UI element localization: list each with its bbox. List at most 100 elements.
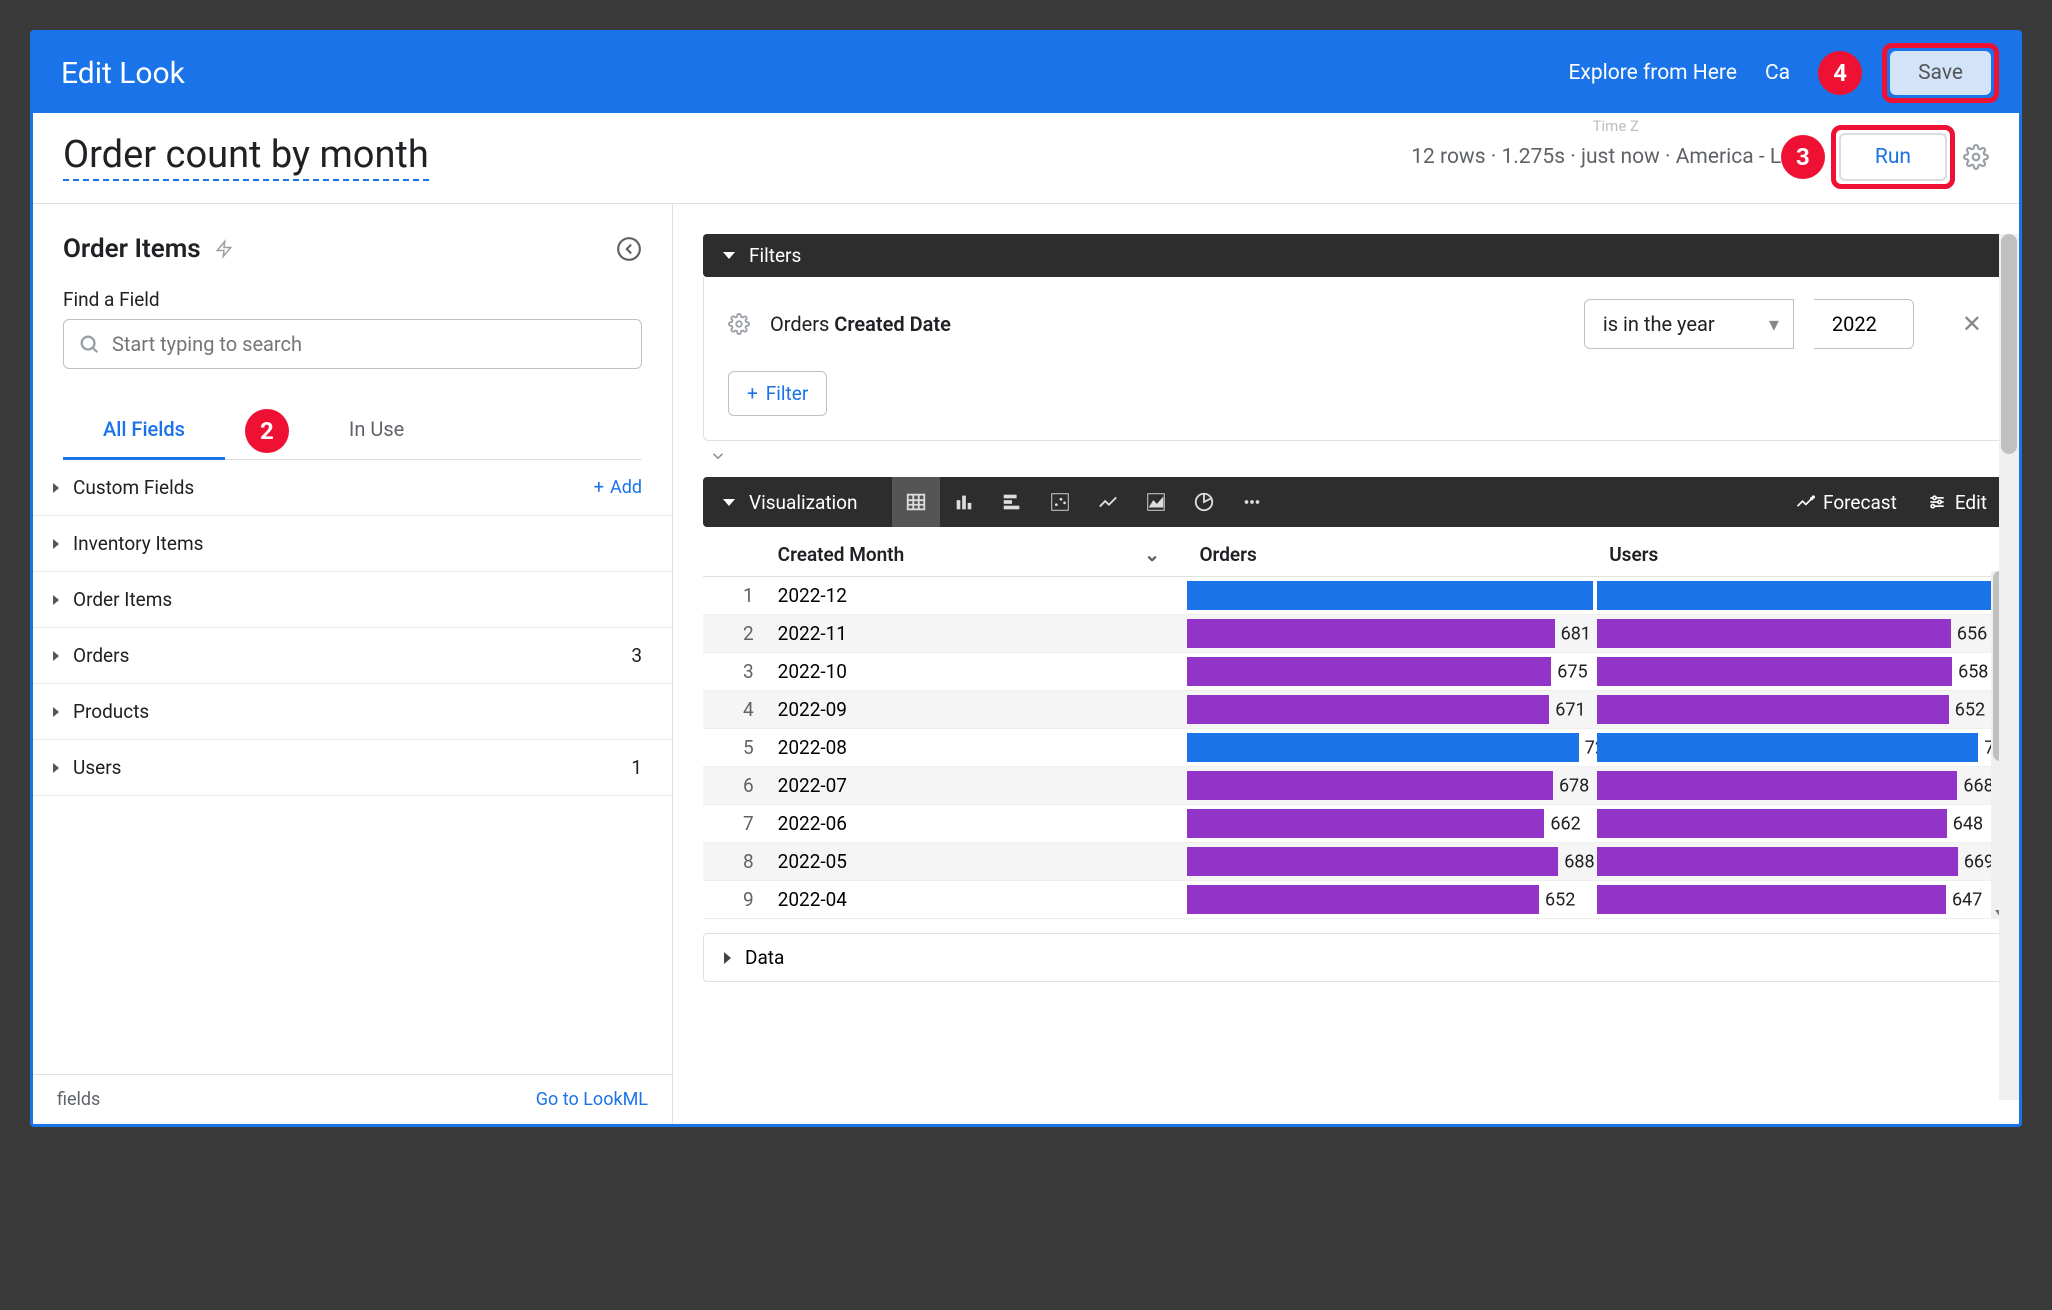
table-row[interactable]: 62022-07678668 (703, 767, 2007, 805)
table-row[interactable]: 22022-11681656 (703, 615, 2007, 653)
bolt-icon[interactable] (215, 238, 233, 260)
filter-operator-select[interactable]: is in the year ▾ (1584, 299, 1794, 349)
look-title-input[interactable]: Order count by month (63, 133, 429, 181)
save-button[interactable]: Save (1890, 51, 1991, 95)
gear-icon[interactable] (1963, 144, 1989, 170)
cell-users: 658 (1597, 653, 2007, 691)
col-created-month[interactable]: Created Month⌄ (766, 533, 1188, 577)
viz-type-scatter-icon[interactable] (1036, 477, 1084, 527)
search-input-wrap[interactable] (63, 319, 642, 369)
table-row[interactable]: 82022-05688669 (703, 843, 2007, 881)
top-bar-actions: Explore from Here Ca 4 Save (1569, 51, 1992, 95)
remove-filter-icon[interactable]: ✕ (1962, 310, 1982, 338)
field-group-name: Custom Fields (73, 476, 194, 499)
page-title: Edit Look (61, 56, 185, 91)
collapse-sidebar-icon[interactable] (616, 236, 642, 262)
find-field-label: Find a Field (63, 288, 642, 311)
cell-month: 2022-10 (766, 653, 1188, 691)
content-scrollbar[interactable] (1999, 234, 2019, 1100)
field-groups: Custom Fields + Add Inventory ItemsOrder I… (33, 460, 672, 796)
filter-gear-icon[interactable] (728, 313, 750, 335)
table-row[interactable]: 32022-10675658 (703, 653, 2007, 691)
field-group-row[interactable]: Users1 (33, 740, 672, 796)
data-section-header[interactable]: Data (703, 933, 2007, 982)
cell-users: 707 (1597, 729, 2007, 767)
search-icon (78, 333, 100, 355)
viz-header-right: Forecast Edit (1795, 491, 1987, 514)
content-area: Filters Orders Created Date is in the ye… (673, 204, 2019, 1124)
chevron-right-icon (53, 651, 59, 661)
field-group-row[interactable]: Order Items (33, 572, 672, 628)
row-index: 4 (703, 691, 766, 729)
cell-users: 656 (1597, 615, 2007, 653)
forecast-button[interactable]: Forecast (1795, 491, 1897, 514)
field-tabs: All Fields 2 In Use (63, 403, 642, 460)
field-group-name: Products (73, 700, 149, 723)
field-group-row[interactable]: Orders 3 (33, 628, 672, 684)
field-group-row[interactable]: Products (33, 684, 672, 740)
row-index: 9 (703, 881, 766, 919)
table-row[interactable]: 92022-04652647 (703, 881, 2007, 919)
filter-value-input[interactable]: 2022 (1814, 299, 1914, 349)
expand-chevron-icon[interactable] (709, 447, 2007, 465)
cell-users: 668 (1597, 767, 2007, 805)
filters-header[interactable]: Filters (703, 234, 2007, 277)
chevron-right-icon (724, 952, 731, 964)
viz-type-table-icon[interactable] (892, 477, 940, 527)
cell-orders: 675 (1187, 653, 1597, 691)
add-custom-field-link[interactable]: + Add (594, 477, 642, 498)
cell-users: 652 (1597, 691, 2007, 729)
viz-data-table: Created Month⌄ Orders Users 12022-127527… (703, 533, 2007, 919)
field-group-name: Orders (73, 644, 129, 667)
save-button-wrap: Save (1890, 51, 1991, 95)
viz-title-area[interactable]: Visualization (723, 491, 858, 514)
cancel-link[interactable]: Ca (1765, 61, 1790, 85)
app-window: Edit Look Explore from Here Ca 4 Save Or… (30, 30, 2022, 1127)
chevron-down-icon: ▾ (1769, 312, 1779, 336)
col-users[interactable]: Users (1597, 533, 2007, 577)
viz-type-column-icon[interactable] (940, 477, 988, 527)
table-row[interactable]: 12022-12752732 (703, 577, 2007, 615)
annotation-badge-2: 2 (245, 409, 289, 453)
explore-from-here-link[interactable]: Explore from Here (1569, 61, 1737, 85)
cell-orders: 726 (1187, 729, 1597, 767)
explore-name: Order Items (63, 234, 233, 264)
chevron-down-icon (723, 252, 735, 259)
run-button-wrap: 3 Run (1839, 133, 1947, 181)
viz-edit-button[interactable]: Edit (1927, 491, 1987, 514)
viz-type-pie-icon[interactable] (1180, 477, 1228, 527)
viz-type-more-icon[interactable] (1228, 477, 1276, 527)
table-row[interactable]: 42022-09671652 (703, 691, 2007, 729)
field-group-row[interactable]: Custom Fields + Add (33, 460, 672, 516)
add-filter-button[interactable]: + Filter (728, 371, 827, 416)
explore-name-label: Order Items (63, 234, 201, 264)
cell-orders: 681 (1187, 615, 1597, 653)
viz-table-wrap: Created Month⌄ Orders Users 12022-127527… (703, 533, 2007, 919)
run-button[interactable]: Run (1839, 133, 1947, 181)
field-group-row[interactable]: Inventory Items (33, 516, 672, 572)
subheader-right: Time Z 12 rows · 1.275s · just now · Ame… (1411, 133, 1989, 181)
table-row[interactable]: 72022-06662648 (703, 805, 2007, 843)
field-group-count: 3 (631, 644, 642, 667)
cell-orders: 678 (1187, 767, 1597, 805)
tab-in-use[interactable]: In Use (309, 403, 444, 459)
search-input[interactable] (112, 332, 627, 356)
table-row[interactable]: 52022-08726707 (703, 729, 2007, 767)
cell-month: 2022-04 (766, 881, 1188, 919)
chevron-right-icon (53, 595, 59, 605)
col-orders[interactable]: Orders (1187, 533, 1597, 577)
row-index: 1 (703, 577, 766, 615)
filters-panel: Filters Orders Created Date is in the ye… (703, 234, 2007, 441)
viz-type-area-icon[interactable] (1132, 477, 1180, 527)
viz-type-line-icon[interactable] (1084, 477, 1132, 527)
cell-orders: 662 (1187, 805, 1597, 843)
top-bar: Edit Look Explore from Here Ca 4 Save (33, 33, 2019, 113)
field-group-name: Users (73, 756, 121, 779)
go-to-lookml-link[interactable]: Go to LookML (536, 1089, 648, 1110)
viz-type-bar-icon[interactable] (988, 477, 1036, 527)
tab-all-fields[interactable]: All Fields (63, 403, 225, 459)
filter-row: Orders Created Date is in the year ▾ 202… (728, 299, 1982, 349)
cell-users: 732 (1597, 577, 2007, 615)
subheader: Order count by month Time Z 12 rows · 1.… (33, 113, 2019, 204)
cell-month: 2022-09 (766, 691, 1188, 729)
